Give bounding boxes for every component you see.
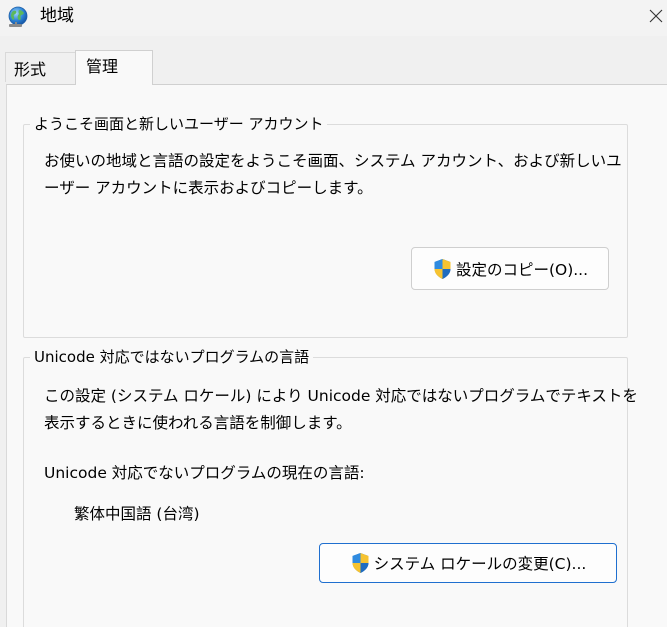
tab-strip: 形式 管理 — [0, 36, 667, 85]
window-title: 地域 — [40, 6, 74, 26]
administrative-panel: ようこそ画面と新しいユーザー アカウント お使いの地域と言語の設定をようこそ画面… — [6, 84, 667, 627]
uac-shield-icon — [434, 258, 451, 279]
welcome-description-line1: お使いの地域と言語の設定をようこそ画面、システム アカウント、および新しいユ — [44, 152, 622, 170]
current-language-label: Unicode 対応でないプログラムの現在の言語: — [44, 464, 365, 482]
non-unicode-group: Unicode 対応ではないプログラムの言語 この設定 (システム ロケール) … — [23, 347, 638, 627]
welcome-description-line2: ーザー アカウントに表示およびコピーします。 — [44, 179, 373, 197]
uac-shield-icon — [352, 553, 369, 573]
non-unicode-description-line2: 表示するときに使われる言語を制御します。 — [44, 414, 352, 432]
change-system-locale-button-label: システム ロケールの変更(C)... — [373, 555, 587, 573]
close-button[interactable] — [637, 0, 667, 32]
welcome-screen-group: ようこそ画面と新しいユーザー アカウント お使いの地域と言語の設定をようこそ画面… — [23, 114, 628, 338]
welcome-screen-group-legend: ようこそ画面と新しいユーザー アカウント — [30, 114, 328, 134]
close-icon — [649, 9, 663, 23]
copy-settings-button[interactable]: 設定のコピー(O)... — [411, 247, 609, 290]
tab-administrative[interactable]: 管理 — [75, 50, 153, 85]
change-system-locale-button[interactable]: システム ロケールの変更(C)... — [319, 543, 617, 583]
copy-settings-button-label: 設定のコピー(O)... — [455, 260, 589, 279]
title-bar: 地域 — [0, 0, 667, 36]
non-unicode-description-line1: この設定 (システム ロケール) により Unicode 対応ではないプログラム… — [44, 387, 638, 405]
tab-format[interactable]: 形式 — [5, 52, 77, 82]
non-unicode-group-legend: Unicode 対応ではないプログラムの言語 — [30, 347, 314, 367]
current-language-value: 繁体中国語 (台湾) — [74, 505, 200, 523]
globe-icon — [6, 5, 30, 29]
region-dialog: 地域 形式 管理 ようこそ画面と新しいユーザー アカウント お使いの地域と言語の… — [0, 0, 667, 627]
